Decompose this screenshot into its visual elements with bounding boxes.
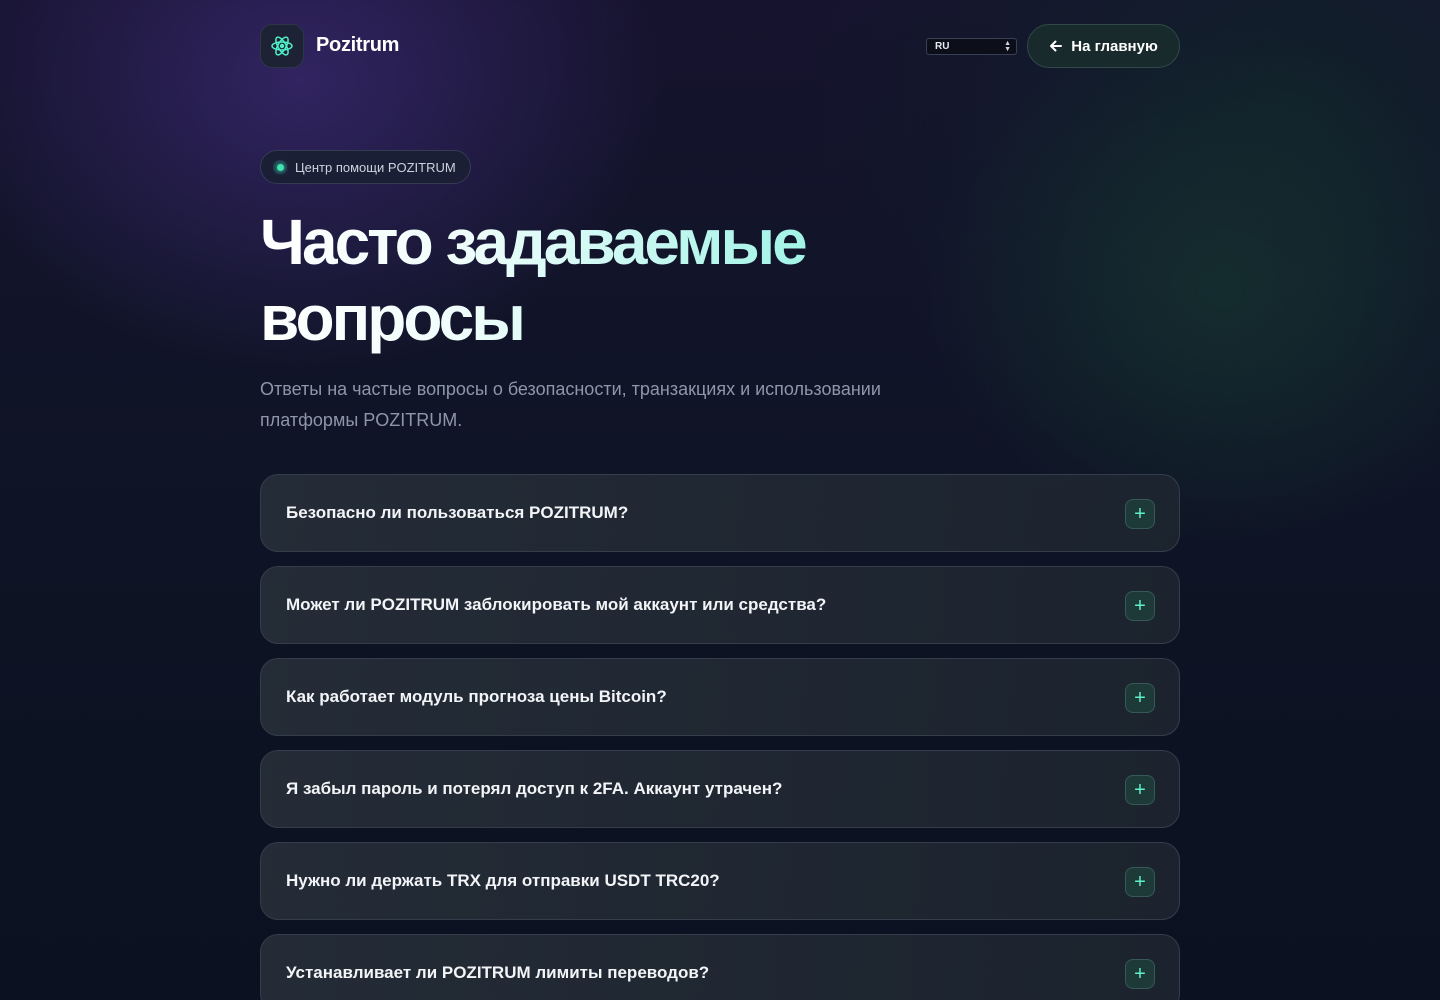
faq-question: Устанавливает ли POZITRUM лимиты перевод… [286,963,710,982]
header: Pozitrum RU ▲ ▼ На главную [260,24,1180,68]
faq-question: Нужно ли держать TRX для отправки USDT T… [286,871,720,890]
plus-icon[interactable]: + [1125,775,1155,805]
plus-icon[interactable]: + [1125,499,1155,529]
status-dot-icon [273,160,287,174]
arrow-left-icon [1050,40,1063,52]
title-line-1: Часто задаваемые [260,206,805,278]
plus-icon[interactable]: + [1125,683,1155,713]
title-line-2: вопросы [260,282,523,354]
faq-item[interactable]: Я забыл пароль и потерял доступ к 2FA. А… [260,750,1180,828]
language-value: RU [935,41,950,52]
faq-item[interactable]: Может ли POZITRUM заблокировать мой акка… [260,566,1180,644]
faq-question: Может ли POZITRUM заблокировать мой акка… [286,595,827,614]
faq-item[interactable]: Устанавливает ли POZITRUM лимиты перевод… [260,934,1180,1000]
plus-icon[interactable]: + [1125,867,1155,897]
logo[interactable] [260,24,304,68]
select-arrows-icon: ▲ ▼ [1004,40,1011,53]
language-select[interactable]: RU ▲ ▼ [926,38,1017,55]
plus-icon[interactable]: + [1125,959,1155,989]
faq-question: Я забыл пароль и потерял доступ к 2FA. А… [286,779,783,798]
faq-question: Безопасно ли пользоваться POZITRUM? [286,503,629,522]
brand-name[interactable]: Pozitrum [316,34,399,57]
faq-item[interactable]: Нужно ли держать TRX для отправки USDT T… [260,842,1180,920]
page-title: Часто задаваемые вопросы [260,204,960,356]
faq-item[interactable]: Как работает модуль прогноза цены Bitcoi… [260,658,1180,736]
page-subtitle: Ответы на частые вопросы о безопасности,… [260,379,881,430]
home-button[interactable]: На главную [1027,24,1180,68]
help-center-badge: Центр помощи POZITRUM [260,150,471,184]
faq-question: Как работает модуль прогноза цены Bitcoi… [286,687,667,706]
badge-label: Центр помощи POZITRUM [295,159,456,175]
atom-icon [271,36,293,56]
plus-icon[interactable]: + [1125,591,1155,621]
home-button-label: На главную [1071,37,1158,55]
faq-item[interactable]: Безопасно ли пользоваться POZITRUM? + [260,474,1180,552]
